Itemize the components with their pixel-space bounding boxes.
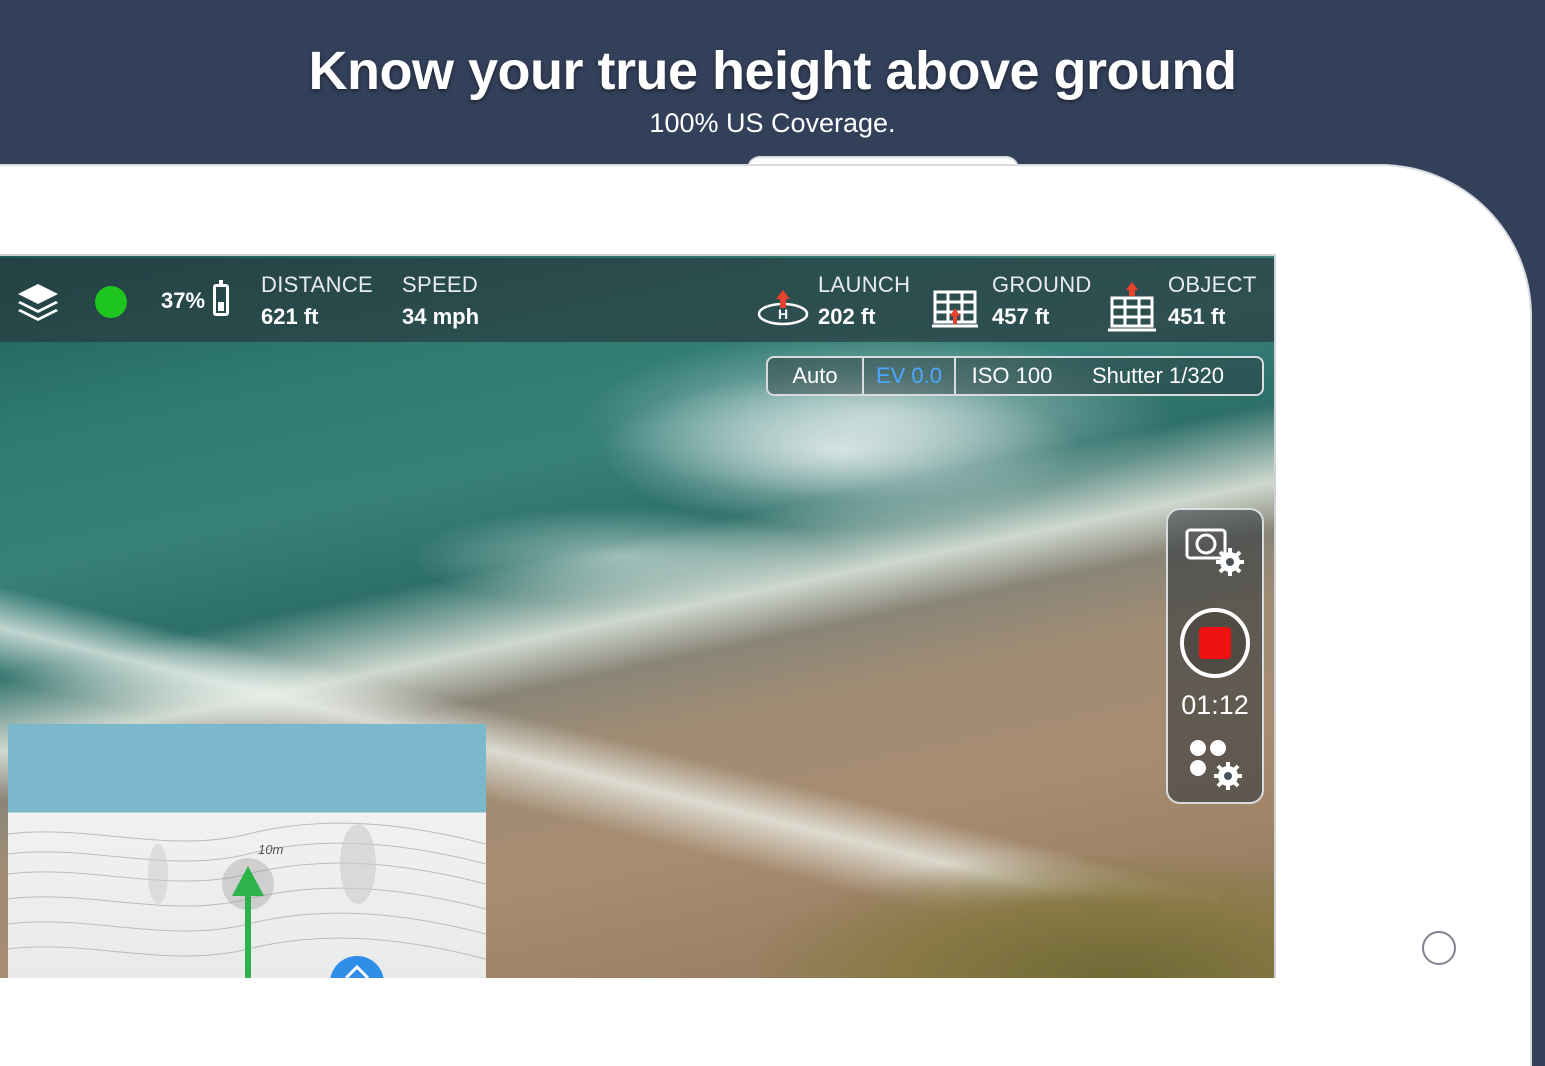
cliff-vegetation <box>760 856 1274 978</box>
object-label: OBJECT <box>1168 272 1257 297</box>
distance-label: DISTANCE <box>261 272 374 297</box>
camera-control-panel: 01:12 <box>1166 508 1264 804</box>
exposure-value[interactable]: EV 0.0 <box>864 358 954 394</box>
recording-time: 01:12 <box>1181 690 1249 720</box>
home-icon <box>344 964 370 978</box>
speed-value: 34 mph <box>402 304 480 329</box>
drone-heading-arrow-icon <box>232 866 264 978</box>
iso-value[interactable]: ISO 100 <box>956 358 1068 394</box>
battery-percent: 37% <box>161 288 206 313</box>
record-button[interactable] <box>1180 608 1250 678</box>
ground-building-icon <box>932 290 978 328</box>
camera-settings-bar[interactable]: Auto EV 0.0 ISO 100 Shutter 1/320 <box>766 356 1264 396</box>
object-building-icon <box>1108 282 1156 332</box>
launch-value: 202 ft <box>818 304 876 329</box>
mini-map[interactable]: 10m <box>8 724 486 978</box>
page-subtitle: 100% US Coverage. <box>649 108 896 138</box>
distance-value: 621 ft <box>261 304 319 329</box>
map-scale-label: 10m <box>258 842 284 857</box>
drone-settings-icon[interactable] <box>1188 738 1248 794</box>
shutter-value[interactable]: Shutter 1/320 <box>1068 358 1248 394</box>
drone-camera-view[interactable]: 37% DISTANCE 621 ft SPEED 34 mph H LAUNC… <box>0 254 1276 978</box>
launch-helipad-icon: H <box>757 290 809 326</box>
ground-label: GROUND <box>992 272 1092 297</box>
object-value: 451 ft <box>1168 304 1226 329</box>
tablet-home-button[interactable] <box>1422 931 1456 965</box>
telemetry-bar: 37% DISTANCE 621 ft SPEED 34 mph H LAUNC… <box>0 258 1274 342</box>
ground-value: 457 ft <box>992 304 1050 329</box>
speed-label: SPEED <box>402 272 479 297</box>
page-title: Know your true height above ground <box>308 41 1238 101</box>
gps-status-indicator[interactable] <box>95 286 127 318</box>
battery-icon <box>213 280 229 316</box>
stop-icon <box>1199 627 1231 659</box>
layers-icon[interactable] <box>14 278 62 326</box>
svg-text:H: H <box>778 306 788 322</box>
camera-settings-icon[interactable] <box>1184 524 1248 580</box>
launch-label: LAUNCH <box>818 272 911 297</box>
camera-mode[interactable]: Auto <box>768 358 862 394</box>
